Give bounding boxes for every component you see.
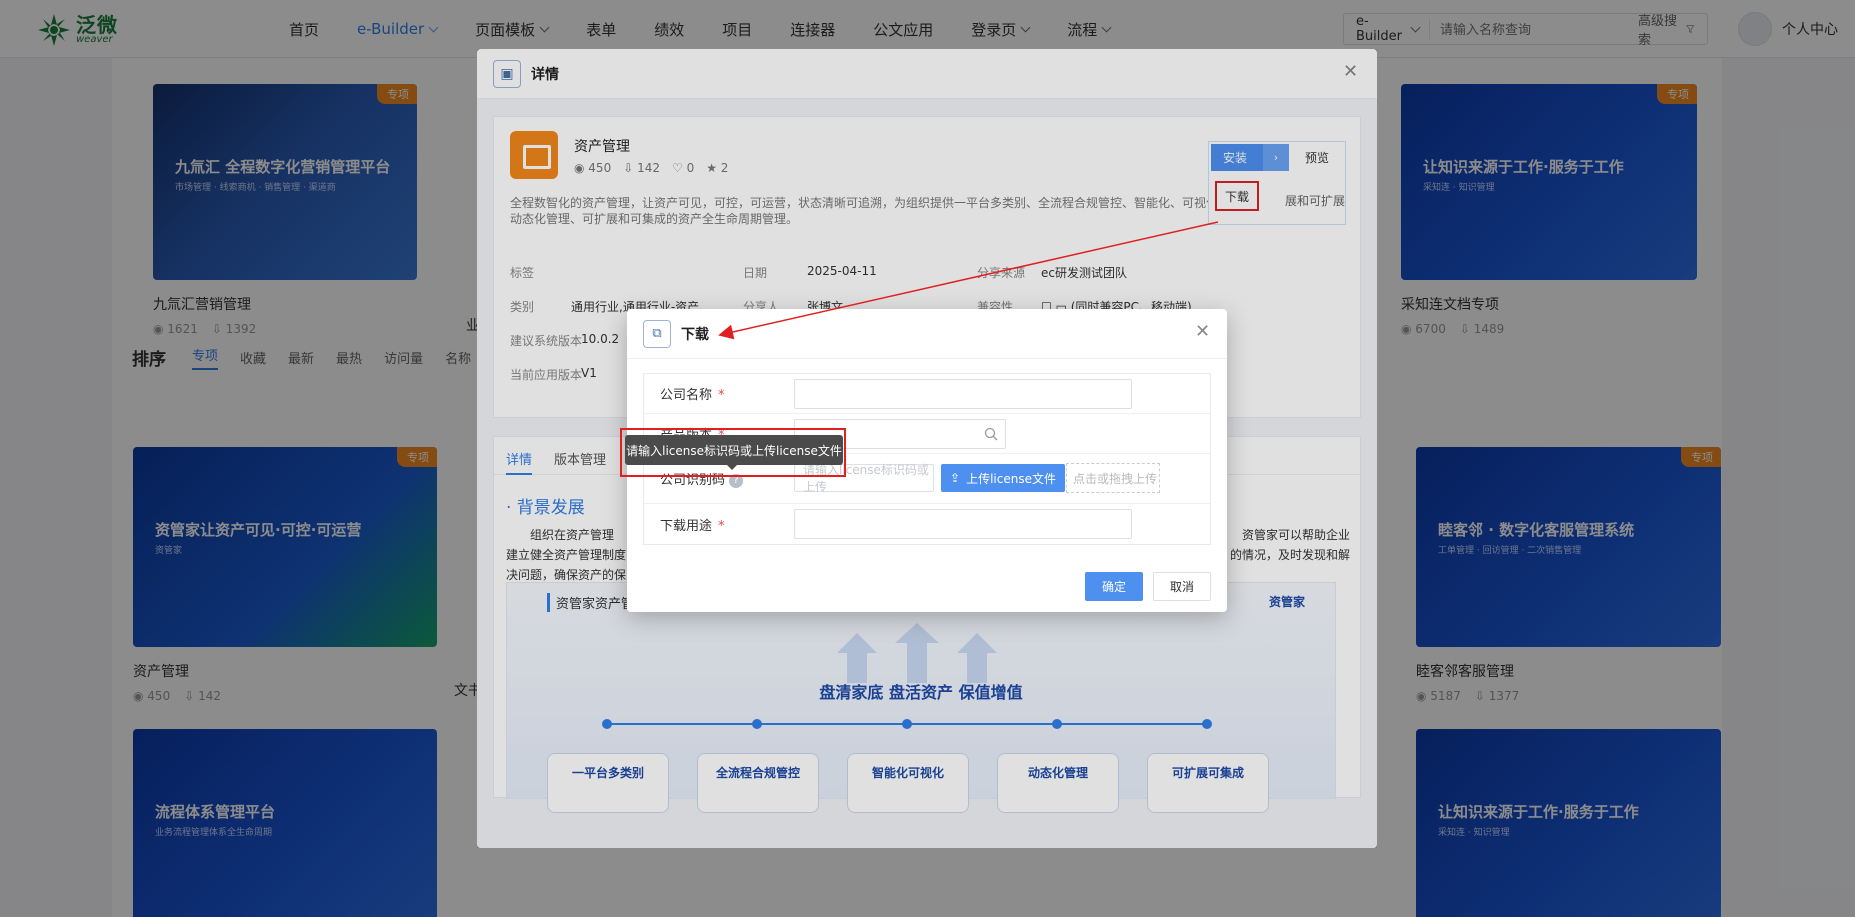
help-tooltip: 请输入license标识码或上传license文件: [625, 435, 843, 470]
dialog-title: 下载: [681, 326, 709, 343]
cancel-button[interactable]: 取消: [1153, 572, 1211, 601]
form-row-purpose: 下载用途 *: [644, 504, 1210, 544]
confirm-button[interactable]: 确定: [1085, 572, 1143, 601]
close-icon[interactable]: ✕: [1195, 321, 1210, 342]
upload-license-button[interactable]: ⇪ 上传license文件: [941, 464, 1065, 492]
upload-icon: ⇪: [950, 471, 961, 485]
company-name-label: 公司名称 *: [660, 388, 725, 403]
download-dialog-header: ⧉ 下载: [627, 309, 1227, 359]
purpose-input[interactable]: [794, 509, 1132, 539]
search-icon[interactable]: [984, 427, 998, 441]
purpose-label: 下载用途 *: [660, 518, 725, 534]
upload-dropzone[interactable]: 点击或拖拽上传: [1066, 463, 1160, 493]
form-row-company-name: 公司名称 *: [644, 374, 1210, 414]
cast-icon: ⧉: [643, 319, 671, 348]
company-name-input[interactable]: [794, 379, 1132, 409]
